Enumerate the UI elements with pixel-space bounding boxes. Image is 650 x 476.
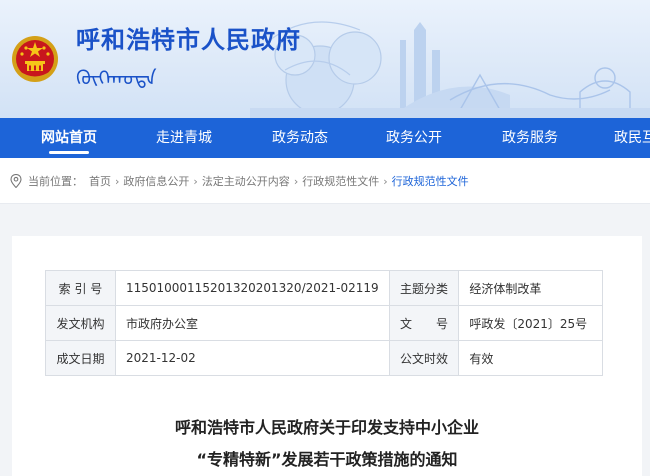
breadcrumb-current[interactable]: 行政规范性文件 <box>392 173 469 189</box>
nav-item-label: 政务服务 <box>502 130 558 146</box>
document-card: 索 引 号 11501000115201320201320/2021-02119… <box>12 236 642 476</box>
chevron-right-icon: › <box>383 174 388 188</box>
nav-item-home[interactable]: 网站首页 <box>38 118 100 158</box>
breadcrumb: 当前位置： 首页 › 政府信息公开 › 法定主动公开内容 › 行政规范性文件 ›… <box>0 158 650 204</box>
location-pin-icon <box>10 174 22 188</box>
issuer-label: 发文机构 <box>45 305 116 341</box>
index-value: 11501000115201320201320/2021-02119 <box>114 270 390 306</box>
breadcrumb-gov-info[interactable]: 政府信息公开 <box>123 173 189 189</box>
nav-item-gov-news[interactable]: 政务动态 <box>268 118 332 158</box>
breadcrumb-home[interactable]: 首页 <box>89 173 111 189</box>
nav-item-gov-disclosure[interactable]: 政务公开 <box>382 118 446 158</box>
table-row: 发文机构 市政府办公室 文 号 呼政发〔2021〕25号 <box>45 305 603 341</box>
chevron-right-icon: › <box>193 174 198 188</box>
topic-value: 经济体制改革 <box>458 270 603 306</box>
site-title-mongolian: ᠬᠥᠬᠡᠬᠣᠲᠠ <box>76 66 157 90</box>
nav-item-label: 走进青城 <box>156 130 212 146</box>
topic-label: 主题分类 <box>388 270 460 306</box>
validity-value: 有效 <box>458 340 603 376</box>
date-value: 2021-12-02 <box>114 340 390 376</box>
doc-number-label: 文 号 <box>388 305 460 341</box>
document-title-line-2: “专精特新”发展若干政策措施的通知 <box>196 450 458 469</box>
validity-label: 公文时效 <box>388 340 460 376</box>
city-skyline-illustration <box>250 21 650 118</box>
table-row: 成文日期 2021-12-02 公文时效 有效 <box>45 340 603 376</box>
nav-item-label: 政务公开 <box>386 130 442 146</box>
breadcrumb-normative-docs[interactable]: 行政规范性文件 <box>302 173 379 189</box>
nav-item-interaction[interactable]: 政民互 <box>614 118 650 158</box>
national-emblem-icon <box>12 36 58 82</box>
nav-item-gov-services[interactable]: 政务服务 <box>498 118 562 158</box>
nav-item-label: 政民互 <box>614 130 650 146</box>
document-title-line-1: 呼和浩特市人民政府关于印发支持中小企业 <box>174 418 479 437</box>
active-indicator <box>49 151 89 154</box>
site-title: 呼和浩特市人民政府 <box>76 26 301 54</box>
chevron-right-icon: › <box>293 174 299 188</box>
breadcrumb-prefix: 当前位置： <box>28 175 83 188</box>
index-label: 索 引 号 <box>45 270 116 306</box>
nav-item-label: 政务动态 <box>272 130 328 146</box>
main-nav: 网站首页 走进青城 政务动态 政务公开 政务服务 政民互 <box>0 118 650 158</box>
date-label: 成文日期 <box>45 340 116 376</box>
table-row: 索 引 号 11501000115201320201320/2021-02119… <box>45 270 603 306</box>
breadcrumb-statutory-content[interactable]: 法定主动公开内容 <box>202 173 290 189</box>
site-header: 呼和浩特市人民政府 ᠬᠥᠬᠡᠬᠣᠲᠠ <box>0 0 650 118</box>
nav-item-about-city[interactable]: 走进青城 <box>152 118 216 158</box>
chevron-right-icon: › <box>115 174 120 188</box>
document-info-table: 索 引 号 11501000115201320201320/2021-02119… <box>45 270 603 376</box>
doc-number-value: 呼政发〔2021〕25号 <box>458 305 603 341</box>
issuer-value: 市政府办公室 <box>114 305 390 341</box>
nav-item-label: 网站首页 <box>41 130 97 146</box>
